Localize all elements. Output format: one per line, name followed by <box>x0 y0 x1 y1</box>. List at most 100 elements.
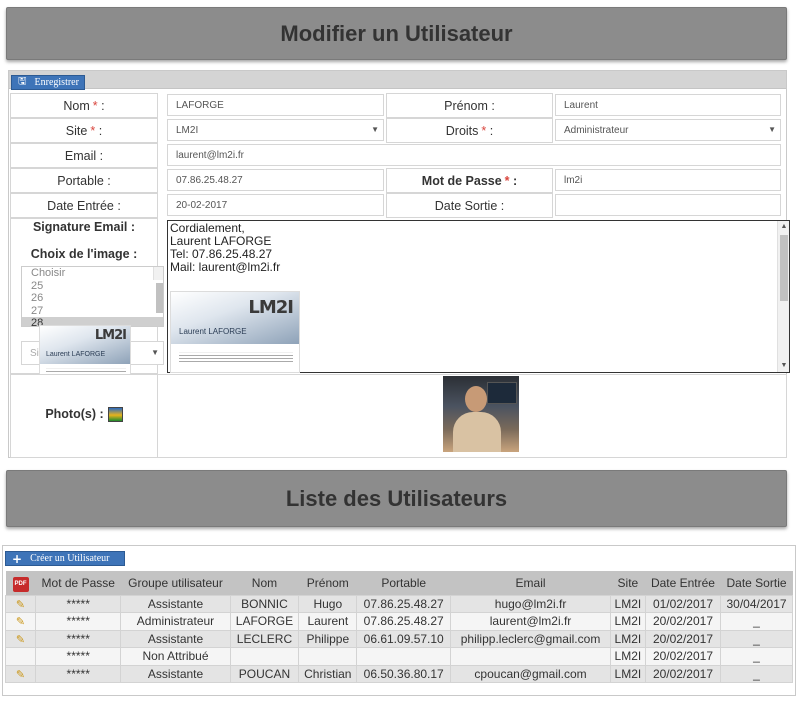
col-email: Email <box>450 571 611 595</box>
list-item[interactable]: Choisir <box>22 267 163 280</box>
col-portable: Portable <box>356 571 451 595</box>
cell-prenom: Laurent <box>298 612 358 631</box>
cell-entree: 20/02/2017 <box>644 612 722 631</box>
date-entree-label: Date Entrée : <box>10 193 158 218</box>
table-row[interactable]: ✎ ***** Assistante LECLERC Philippe 06.61.09.… <box>5 629 793 648</box>
lm2i-logo: LM2I <box>94 328 127 343</box>
list-item[interactable]: 25 <box>22 280 163 293</box>
cell-pw: ***** <box>34 629 122 648</box>
cell-pw: ***** <box>34 647 122 666</box>
col-nom: Nom <box>230 571 299 595</box>
edit-toolbar: 🖫 Enregistrer <box>9 71 786 90</box>
site-label: Site * : <box>10 118 158 143</box>
list-item[interactable]: 27 <box>22 305 163 318</box>
cell-site: LM2I <box>609 629 646 648</box>
cell-groupe: Administrateur <box>120 612 231 631</box>
scrollbar-thumb[interactable] <box>156 283 163 313</box>
cell-email: hugo@lm2i.fr <box>450 594 611 613</box>
scrollbar-thumb[interactable] <box>780 235 788 301</box>
date-entree-input[interactable]: 20-02-2017 <box>167 194 384 216</box>
col-groupe: Groupe utilisateur <box>120 571 231 595</box>
users-table: PDF Mot de Passe Groupe utilisateur Nom … <box>5 571 793 683</box>
scroll-up-icon[interactable]: ▲ <box>778 222 790 232</box>
prenom-input[interactable]: Laurent <box>555 94 781 116</box>
mot-de-passe-label: Mot de Passe * : <box>386 168 553 193</box>
list-item[interactable]: 26 <box>22 292 163 305</box>
cell-groupe: Assistante <box>120 594 231 613</box>
cell-site: LM2I <box>609 612 646 631</box>
edit-user-panel: 🖫 Enregistrer Nom * : LAFORGE Prénom : La… <box>8 70 790 458</box>
signature-textarea[interactable]: Cordialement, Laurent LAFORGE Tel: 07.86… <box>167 220 790 373</box>
list-title: Liste des Utilisateurs <box>285 485 508 511</box>
user-list-banner: Liste des Utilisateurs <box>6 470 787 527</box>
cell-sortie: _ <box>720 612 793 631</box>
cell-pw: ***** <box>34 664 122 683</box>
pencil-edit-icon[interactable]: ✎ <box>15 668 27 681</box>
cell-portable: 07.86.25.48.27 <box>356 594 452 613</box>
edit-cell[interactable]: ✎ <box>5 629 36 648</box>
cell-email: laurent@lm2i.fr <box>450 612 611 631</box>
create-user-button[interactable]: + Créer un Utilisateur <box>5 551 125 566</box>
droits-label: Droits * : <box>386 118 553 143</box>
save-button[interactable]: 🖫 Enregistrer <box>11 75 85 90</box>
edit-cell <box>5 647 36 666</box>
cell-pw: ***** <box>34 594 122 613</box>
table-row[interactable]: ✎ ***** Assistante POUCAN Christian 06.50.36.… <box>5 664 793 683</box>
image-choice-listbox[interactable]: Choisir 25 26 27 28 <box>21 266 164 327</box>
save-button-label: Enregistrer <box>34 77 79 88</box>
prenom-label: Prénom : <box>386 93 553 118</box>
cell-email: philipp.leclerc@gmail.com <box>450 629 611 648</box>
table-row[interactable]: ✎ ***** Administrateur LAFORGE Laurent 07.86.… <box>5 612 793 631</box>
cell-site: LM2I <box>609 594 646 613</box>
cell-prenom: Philippe <box>298 629 358 648</box>
cell-pw: ***** <box>34 612 122 631</box>
cell-portable <box>356 647 452 666</box>
mot-de-passe-input[interactable]: lm2i <box>555 169 781 191</box>
user-photo[interactable] <box>443 376 519 452</box>
cell-entree: 20/02/2017 <box>644 664 722 683</box>
cell-groupe: Assistante <box>120 664 231 683</box>
cell-site: LM2I <box>609 647 646 666</box>
cell-groupe: Non Attribué <box>120 647 231 666</box>
pencil-edit-icon[interactable]: ✎ <box>15 633 27 646</box>
cell-nom: LECLERC <box>229 629 300 648</box>
portable-input[interactable]: 07.86.25.48.27 <box>167 169 384 191</box>
pencil-edit-icon[interactable]: ✎ <box>15 598 27 611</box>
cell-entree: 01/02/2017 <box>644 594 722 613</box>
list-toolbar: + Créer un Utilisateur <box>3 546 795 566</box>
cell-entree: 20/02/2017 <box>644 647 722 666</box>
signature-scrollbar[interactable]: ▲ ▼ <box>777 221 789 372</box>
cell-sortie: _ <box>720 647 793 666</box>
droits-select[interactable]: Administrateur ▼ <box>555 119 781 141</box>
table-row[interactable]: ***** Non Attribué LM2I 20/02/2017 _ <box>5 647 793 666</box>
listbox-scrollbar[interactable] <box>153 267 163 313</box>
email-input[interactable]: laurent@lm2i.fr <box>167 144 781 166</box>
create-user-button-label: Créer un Utilisateur <box>30 553 110 564</box>
cell-nom: BONNIC <box>229 594 300 613</box>
col-date-entree: Date Entrée <box>645 571 721 595</box>
users-table-body: ✎ ***** Assistante BONNIC Hugo 07.86.25.48.27… <box>5 594 793 683</box>
edit-cell[interactable]: ✎ <box>5 664 36 683</box>
portable-label: Portable : <box>10 168 158 193</box>
site-select[interactable]: LM2I ▼ <box>167 119 384 141</box>
pencil-edit-icon[interactable]: ✎ <box>15 615 27 628</box>
table-row[interactable]: ✎ ***** Assistante BONNIC Hugo 07.86.25.48.27… <box>5 594 793 613</box>
date-sortie-input[interactable] <box>555 194 781 216</box>
chevron-down-icon: ▼ <box>768 125 776 134</box>
nom-input[interactable]: LAFORGE <box>167 94 384 116</box>
edit-cell[interactable]: ✎ <box>5 612 36 631</box>
cell-email: cpoucan@gmail.com <box>450 664 611 683</box>
scroll-down-icon[interactable]: ▼ <box>778 361 790 371</box>
add-photo-icon[interactable] <box>107 406 123 422</box>
cell-portable: 06.50.36.80.17 <box>356 664 452 683</box>
edit-cell[interactable]: ✎ <box>5 594 36 613</box>
cell-prenom <box>298 647 358 666</box>
cell-site: LM2I <box>609 664 646 683</box>
pdf-export-cell[interactable]: PDF <box>5 571 36 595</box>
user-list-panel: + Créer un Utilisateur PDF Mot de Passe … <box>2 545 796 696</box>
floppy-disk-icon: 🖫 <box>18 76 27 87</box>
col-site: Site <box>610 571 646 595</box>
photos-label: Photo(s) : <box>45 407 104 421</box>
cell-email <box>450 647 611 666</box>
pdf-icon[interactable]: PDF <box>12 576 29 592</box>
